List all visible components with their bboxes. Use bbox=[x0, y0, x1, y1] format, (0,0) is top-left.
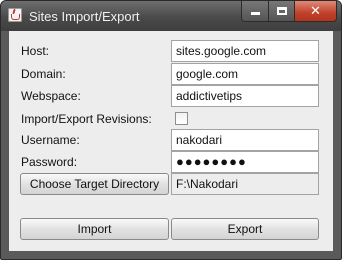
webspace-label: Webspace: bbox=[21, 89, 81, 103]
webspace-input[interactable]: addictivetips bbox=[171, 85, 319, 107]
import-button[interactable]: Import bbox=[20, 218, 169, 240]
maximize-icon bbox=[276, 7, 287, 15]
revisions-label: Import/Export Revisions: bbox=[21, 112, 152, 126]
username-label: Username: bbox=[21, 133, 80, 147]
app-window: Sites Import/Export ✕ Host: sites.google… bbox=[0, 0, 342, 260]
minimize-button[interactable] bbox=[242, 1, 268, 21]
dialog-body: Host: sites.google.com Domain: google.co… bbox=[9, 31, 333, 251]
webspace-row: Webspace: addictivetips bbox=[9, 85, 333, 107]
domain-input[interactable]: google.com bbox=[171, 63, 319, 85]
target-directory-value: F:\Nakodari bbox=[171, 173, 319, 195]
password-label: Password: bbox=[21, 155, 78, 169]
window-controls: ✕ bbox=[241, 1, 337, 22]
export-button[interactable]: Export bbox=[171, 218, 319, 240]
minimize-icon bbox=[250, 12, 260, 15]
close-button[interactable]: ✕ bbox=[294, 1, 336, 21]
java-icon bbox=[8, 8, 22, 22]
host-label: Host: bbox=[21, 44, 50, 58]
domain-row: Domain: google.com bbox=[9, 63, 333, 85]
choose-target-directory-button[interactable]: Choose Target Directory bbox=[20, 173, 169, 195]
password-row: Password: ●●●●●●●● bbox=[9, 151, 333, 173]
target-dir-row: Choose Target Directory F:\Nakodari bbox=[9, 173, 333, 195]
password-input[interactable]: ●●●●●●●● bbox=[171, 151, 319, 173]
revisions-row: Import/Export Revisions: bbox=[9, 108, 333, 130]
username-row: Username: nakodari bbox=[9, 129, 333, 151]
title-bar[interactable]: Sites Import/Export ✕ bbox=[1, 1, 341, 31]
revisions-checkbox[interactable] bbox=[175, 112, 188, 125]
username-input[interactable]: nakodari bbox=[171, 129, 319, 151]
window-title: Sites Import/Export bbox=[29, 9, 140, 24]
domain-label: Domain: bbox=[21, 67, 66, 81]
host-row: Host: sites.google.com bbox=[9, 40, 333, 62]
password-mask: ●●●●●●●● bbox=[176, 154, 247, 169]
maximize-button[interactable] bbox=[268, 1, 294, 21]
host-input[interactable]: sites.google.com bbox=[171, 40, 319, 62]
close-icon: ✕ bbox=[310, 3, 321, 19]
